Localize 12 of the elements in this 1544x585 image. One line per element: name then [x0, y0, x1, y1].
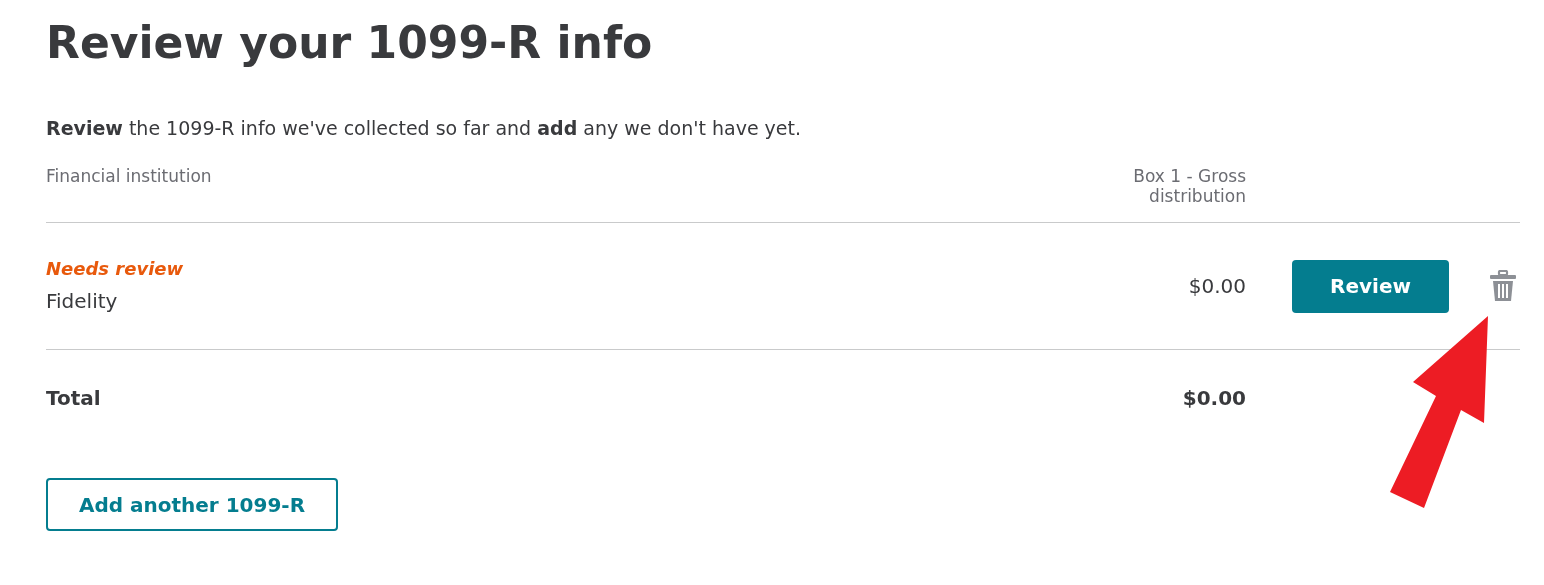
add-another-button[interactable]: Add another 1099-R [46, 478, 338, 531]
intro-text: Review the 1099-R info we've collected so far and add any we don't have yet. [46, 116, 803, 140]
total-label: Total [46, 386, 101, 410]
column-header: Financial institution [46, 166, 212, 186]
amount-value: $0.00 [1188, 274, 1246, 298]
delete-icon[interactable] [1488, 270, 1518, 302]
review-button[interactable]: Review [1292, 259, 1449, 313]
total-amount: $0.00 [1182, 386, 1246, 410]
status-label: Needs review [46, 257, 184, 281]
page-title: Review your 1099-R info [46, 16, 654, 70]
column-header: Box 1 - Gross distribution [1133, 166, 1246, 206]
institution-name: Fidelity [46, 288, 118, 315]
